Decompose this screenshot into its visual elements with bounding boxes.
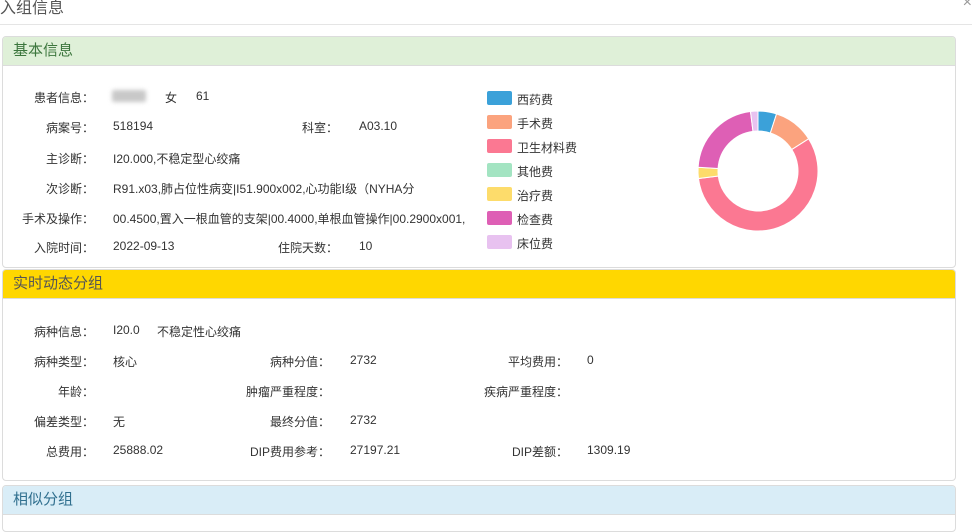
legend-swatch (487, 235, 512, 249)
legend-swatch (487, 211, 512, 225)
legend-label: 卫生材料费 (517, 141, 578, 155)
legend-swatch (487, 91, 512, 105)
legend-label: 西药费 (517, 93, 554, 107)
realtime-group-header: 实时动态分组 (3, 270, 955, 299)
case-no-label: 病案号： (45, 121, 94, 135)
sec-diag-value: R91.x03,肺占位性病变|I51.900x002,心功能Ⅰ级（NYHA分 (113, 182, 415, 196)
legend-swatch (487, 163, 512, 177)
tumor-label: 肿瘤严重程度： (245, 385, 330, 399)
stay-days: 10 (359, 239, 373, 253)
legend-label: 治疗费 (517, 189, 554, 203)
surgery-label: 手术及操作： (21, 212, 94, 226)
patient-gender: 女 (165, 91, 178, 105)
total-cost-value: 25888.02 (113, 443, 164, 457)
disease-severity-label: 疾病严重程度： (483, 385, 568, 399)
similar-group-header: 相似分组 (3, 486, 955, 515)
deviation-label: 偏差类型： (33, 415, 94, 429)
main-diag-value: I20.000,不稳定型心绞痛 (113, 152, 241, 166)
dip-ref-value: 27197.21 (350, 443, 401, 457)
dip-diff-value: 1309.19 (587, 443, 631, 457)
disease-label: 病种信息： (33, 325, 94, 339)
patient-name-redacted (112, 90, 146, 102)
legend-label: 检查费 (517, 213, 554, 227)
admit-label: 入院时间： (33, 241, 94, 255)
avg-cost-label: 平均费用： (507, 355, 568, 369)
patient-label: 患者信息： (33, 91, 94, 105)
dept-value: A03.10 (359, 119, 398, 133)
surgery-value: 00.4500,置入一根血管的支架|00.4000,单根血管操作|00.2900… (113, 212, 466, 226)
deviation-value: 无 (113, 415, 126, 429)
legend-label: 其他费 (517, 165, 554, 179)
age-label: 年龄： (57, 385, 94, 399)
type-value: 核心 (113, 355, 138, 369)
dialog-title: 入组信息 (0, 0, 65, 17)
dialog-title-bar: 入组信息 × (0, 0, 972, 25)
dip-ref-label: DIP费用参考： (249, 445, 330, 459)
type-label: 病种类型： (33, 355, 94, 369)
cost-donut-chart (697, 110, 819, 232)
similar-group-panel: 相似分组 (2, 485, 956, 532)
legend-label: 手术费 (517, 117, 554, 131)
score-value: 2732 (350, 353, 377, 367)
basic-info-header: 基本信息 (3, 37, 955, 66)
sec-diag-label: 次诊断： (45, 182, 94, 196)
total-cost-label: 总费用： (45, 445, 94, 459)
avg-cost-value: 0 (587, 353, 594, 367)
dept-label: 科室： (301, 121, 338, 135)
donut-slice[interactable] (697, 110, 754, 170)
score-label: 病种分值： (269, 355, 330, 369)
admit-date: 2022-09-13 (113, 239, 175, 253)
legend-swatch (487, 115, 512, 129)
final-score-value: 2732 (350, 413, 377, 427)
donut-slice[interactable] (697, 166, 719, 180)
close-icon[interactable]: × (963, 0, 972, 12)
legend-label: 床位费 (517, 237, 554, 251)
legend-swatch (487, 187, 512, 201)
stay-label: 住院天数： (277, 241, 338, 255)
main-diag-label: 主诊断： (45, 152, 94, 166)
patient-age: 61 (196, 89, 210, 103)
legend-swatch (487, 139, 512, 153)
case-no-value: 518194 (113, 119, 154, 133)
dip-diff-label: DIP差额： (511, 445, 568, 459)
disease-name: 不稳定性心绞痛 (157, 325, 242, 339)
final-score-label: 最终分值： (269, 415, 330, 429)
disease-code: I20.0 (113, 323, 140, 337)
